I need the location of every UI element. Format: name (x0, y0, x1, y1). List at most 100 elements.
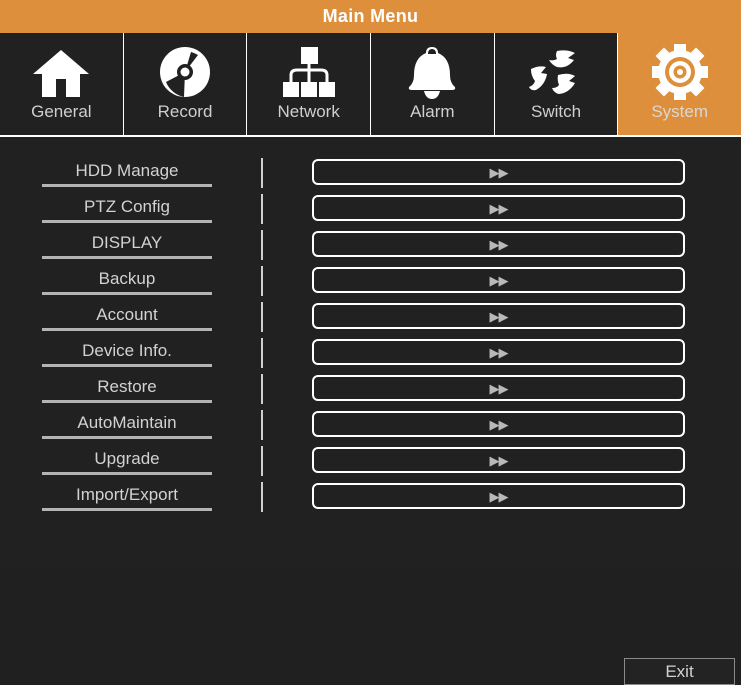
main-menu-window: Main Menu General Record Network Alarm S… (0, 0, 741, 685)
menu-row-list: HDD Manage ▶▶ PTZ Config ▶▶ DISPLAY ▶▶ Backup ▶… (0, 158, 741, 518)
menu-label-account: Account (42, 302, 254, 334)
menu-row: AutoMaintain ▶▶ (0, 410, 741, 446)
menu-label-text: Import/Export (75, 485, 179, 504)
menu-row: Upgrade ▶▶ (0, 446, 741, 482)
menu-label-text: DISPLAY (91, 233, 163, 252)
menu-label-underline (42, 364, 212, 367)
menu-label-text: AutoMaintain (77, 413, 177, 432)
menu-action-cell: ▶▶ (312, 230, 686, 262)
nav-item-label: Switch (530, 102, 582, 121)
menu-row: Backup ▶▶ (0, 266, 741, 302)
menu-label-text: PTZ Config (84, 197, 170, 216)
menu-label-text: Backup (98, 269, 156, 288)
nav-item-label: General (31, 102, 92, 121)
exit-button[interactable]: Exit (624, 658, 735, 685)
menu-content: HDD Manage ▶▶ PTZ Config ▶▶ DISPLAY ▶▶ Backup ▶… (0, 137, 741, 685)
menu-label-text: Device Info. (82, 341, 172, 360)
menu-action-cell: ▶▶ (312, 266, 686, 298)
menu-row: DISPLAY ▶▶ (0, 230, 741, 266)
menu-action-cell: ▶▶ (312, 194, 686, 226)
double-right-arrow-icon: ▶▶ (489, 272, 509, 288)
enter-button-display[interactable]: ▶▶ (312, 231, 685, 257)
enter-button-hdd-manage[interactable]: ▶▶ (312, 159, 685, 185)
title-bar: Main Menu (0, 0, 741, 33)
divider-dash (261, 158, 263, 188)
top-navigation: General Record Network Alarm Switch Syst… (0, 33, 741, 137)
divider-dash (261, 374, 263, 404)
menu-label-automaintain: AutoMaintain (42, 410, 254, 442)
menu-label-underline (42, 292, 212, 295)
nav-item-general[interactable]: General (0, 33, 124, 135)
menu-label-text: Upgrade (94, 449, 160, 468)
disc-icon (158, 43, 212, 101)
enter-button-ptz-config[interactable]: ▶▶ (312, 195, 685, 221)
nav-item-switch[interactable]: Switch (495, 33, 619, 135)
column-divider (254, 302, 312, 334)
divider-dash (261, 446, 263, 476)
column-divider (254, 446, 312, 478)
menu-label-import-export: Import/Export (42, 482, 254, 514)
enter-button-device-info[interactable]: ▶▶ (312, 339, 685, 365)
enter-button-upgrade[interactable]: ▶▶ (312, 447, 685, 473)
menu-label-underline (42, 184, 212, 187)
enter-button-backup[interactable]: ▶▶ (312, 267, 685, 293)
column-divider (254, 410, 312, 442)
divider-dash (261, 302, 263, 332)
menu-action-cell: ▶▶ (312, 482, 686, 514)
divider-dash (261, 266, 263, 296)
double-right-arrow-icon: ▶▶ (489, 416, 509, 432)
enter-button-account[interactable]: ▶▶ (312, 303, 685, 329)
menu-label-underline (42, 400, 212, 403)
enter-button-restore[interactable]: ▶▶ (312, 375, 685, 401)
column-divider (254, 482, 312, 514)
menu-label-device-info: Device Info. (42, 338, 254, 370)
double-right-arrow-icon: ▶▶ (489, 164, 509, 180)
menu-label-text: HDD Manage (75, 161, 179, 180)
menu-label-text: Account (96, 305, 158, 324)
double-right-arrow-icon: ▶▶ (489, 380, 509, 396)
divider-dash (261, 410, 263, 440)
sitemap-icon-svg (282, 47, 335, 97)
menu-label-underline (42, 220, 212, 223)
menu-label-text: Restore (97, 377, 157, 396)
nav-item-system[interactable]: System (618, 33, 741, 135)
divider-dash (261, 194, 263, 224)
birds-icon-svg (529, 50, 576, 94)
home-icon-svg (33, 50, 90, 97)
double-right-arrow-icon: ▶▶ (489, 200, 509, 216)
double-right-arrow-icon: ▶▶ (489, 452, 509, 468)
menu-action-cell: ▶▶ (312, 302, 686, 334)
menu-label-underline (42, 328, 212, 331)
menu-label-backup: Backup (42, 266, 254, 298)
home-icon (32, 43, 90, 101)
menu-row: Import/Export ▶▶ (0, 482, 741, 518)
menu-action-cell: ▶▶ (312, 446, 686, 478)
menu-label-underline (42, 472, 212, 475)
double-right-arrow-icon: ▶▶ (489, 236, 509, 252)
menu-action-cell: ▶▶ (312, 374, 686, 406)
menu-row: Restore ▶▶ (0, 374, 741, 410)
menu-action-cell: ▶▶ (312, 410, 686, 442)
divider-dash (261, 230, 263, 260)
nav-item-record[interactable]: Record (124, 33, 248, 135)
nav-item-alarm[interactable]: Alarm (371, 33, 495, 135)
enter-button-import-export[interactable]: ▶▶ (312, 483, 685, 509)
birds-icon (527, 43, 585, 101)
nav-item-label: Alarm (410, 102, 455, 121)
double-right-arrow-icon: ▶▶ (489, 488, 509, 504)
menu-action-cell: ▶▶ (312, 338, 686, 370)
nav-item-network[interactable]: Network (247, 33, 372, 135)
menu-label-underline (42, 508, 212, 511)
column-divider (254, 194, 312, 226)
enter-button-automaintain[interactable]: ▶▶ (312, 411, 685, 437)
column-divider (254, 230, 312, 262)
divider-dash (261, 482, 263, 512)
gear-icon (651, 43, 708, 101)
menu-row: Device Info. ▶▶ (0, 338, 741, 374)
menu-label-underline (42, 256, 212, 259)
menu-row: PTZ Config ▶▶ (0, 194, 741, 230)
menu-label-display: DISPLAY (42, 230, 254, 262)
exit-button-container: Exit (624, 658, 735, 685)
column-divider (254, 266, 312, 298)
divider-dash (261, 338, 263, 368)
